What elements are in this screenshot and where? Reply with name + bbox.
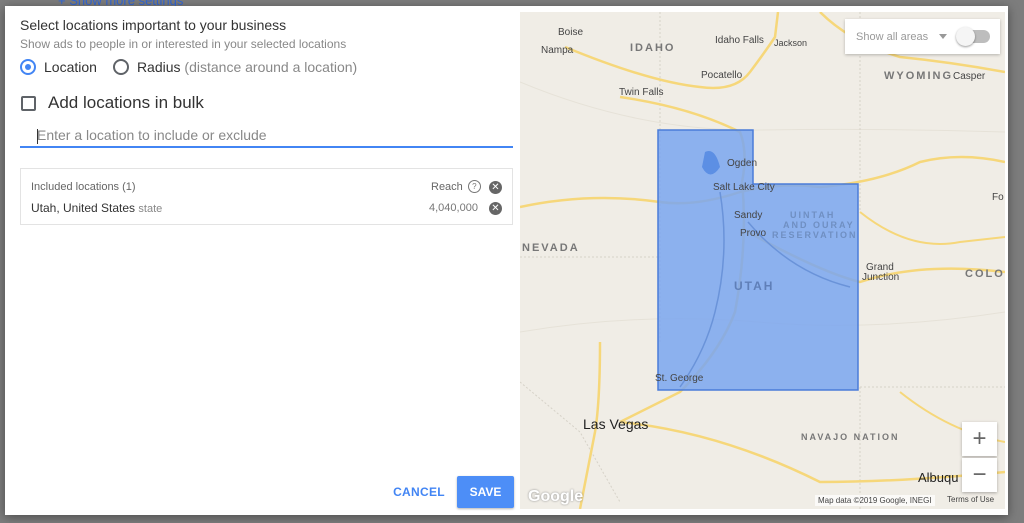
reach-label: Reach bbox=[431, 180, 463, 193]
location-reach: 4,040,000 bbox=[429, 202, 478, 214]
map-label: COLO bbox=[965, 268, 1005, 280]
map-label: Fo bbox=[992, 192, 1004, 203]
dialog-title: Select locations important to your busin… bbox=[20, 17, 287, 33]
help-icon[interactable]: ? bbox=[467, 180, 481, 193]
map-label: St. George bbox=[655, 373, 704, 384]
show-areas-label: Show all areas bbox=[856, 30, 929, 43]
location-form: Select locations important to your busin… bbox=[5, 6, 520, 515]
map-label: NEVADA bbox=[522, 242, 580, 254]
map-label: Salt Lake City bbox=[713, 182, 775, 193]
map-label: WYOMING bbox=[884, 70, 953, 82]
location-name: Utah, United States bbox=[31, 201, 136, 215]
checkbox-icon bbox=[21, 95, 36, 111]
remove-all-icon[interactable]: ✕ bbox=[489, 181, 502, 194]
map-label: AND OURAY bbox=[783, 220, 855, 230]
location-row: Utah, United States state bbox=[31, 201, 162, 215]
bulk-label: Add locations in bulk bbox=[48, 93, 204, 112]
map-label: RESERVATION bbox=[772, 230, 858, 240]
map-view[interactable]: Boise Nampa IDAHO Idaho Falls Jackson WY… bbox=[520, 12, 1005, 509]
text-cursor bbox=[37, 129, 38, 144]
map-label: Sandy bbox=[734, 210, 763, 221]
bulk-checkbox[interactable]: Add locations in bulk bbox=[21, 93, 204, 113]
radio-radius-label: Radius bbox=[136, 59, 181, 75]
radio-selected-icon bbox=[20, 59, 36, 75]
show-areas-toggle[interactable] bbox=[956, 27, 991, 46]
radio-radius[interactable]: Radius (distance around a location) bbox=[112, 59, 358, 75]
map-label: Provo bbox=[740, 228, 767, 239]
map-label: Twin Falls bbox=[619, 87, 664, 98]
radio-location[interactable]: Location bbox=[20, 59, 97, 75]
cancel-button[interactable]: CANCEL bbox=[385, 476, 453, 508]
location-type: state bbox=[138, 203, 163, 215]
map-label: Las Vegas bbox=[583, 416, 649, 432]
dialog-subtitle: Show ads to people in or interested in y… bbox=[20, 37, 347, 51]
zoom-out-button[interactable]: − bbox=[962, 458, 997, 492]
map-label: Idaho Falls bbox=[715, 35, 764, 46]
map-label: UINTAH bbox=[790, 210, 836, 220]
map-label: IDAHO bbox=[630, 42, 676, 54]
radio-radius-hint: (distance around a location) bbox=[184, 59, 358, 75]
show-all-areas-control[interactable]: Show all areas bbox=[845, 19, 1000, 54]
google-logo: Google bbox=[528, 488, 584, 505]
dropdown-arrow-icon bbox=[939, 34, 948, 39]
included-locations-panel: Included locations (1) Reach ? ✕ Utah, U… bbox=[20, 168, 513, 225]
map-label: Casper bbox=[953, 71, 986, 82]
map-label: NAVAJO NATION bbox=[801, 432, 900, 442]
map-label: Pocatello bbox=[701, 70, 743, 81]
radio-unselected-icon bbox=[112, 59, 129, 75]
map-label: Nampa bbox=[541, 45, 574, 56]
map-label: Junction bbox=[862, 272, 900, 283]
map-label: Boise bbox=[558, 27, 584, 38]
terms-of-use-link[interactable]: Terms of Use bbox=[947, 495, 994, 504]
zoom-in-button[interactable]: + bbox=[962, 422, 997, 456]
map-canvas bbox=[520, 12, 1005, 509]
map-label: UTAH bbox=[734, 279, 775, 293]
included-header: Included locations (1) bbox=[31, 181, 136, 193]
map-label: Ogden bbox=[727, 158, 758, 169]
map-label: Jackson bbox=[774, 38, 808, 48]
location-dialog: Select locations important to your busin… bbox=[5, 6, 1008, 515]
map-attribution: Map data ©2019 Google, INEGI bbox=[815, 495, 935, 506]
remove-location-icon[interactable]: ✕ bbox=[489, 202, 502, 215]
location-search-input[interactable] bbox=[20, 126, 513, 148]
reach-header: Reach ? bbox=[431, 180, 481, 193]
targeting-mode: Location Radius (distance around a locat… bbox=[20, 59, 373, 75]
save-button[interactable]: SAVE bbox=[457, 476, 514, 508]
map-label: Albuqu bbox=[918, 470, 959, 485]
radio-location-label: Location bbox=[44, 59, 97, 75]
